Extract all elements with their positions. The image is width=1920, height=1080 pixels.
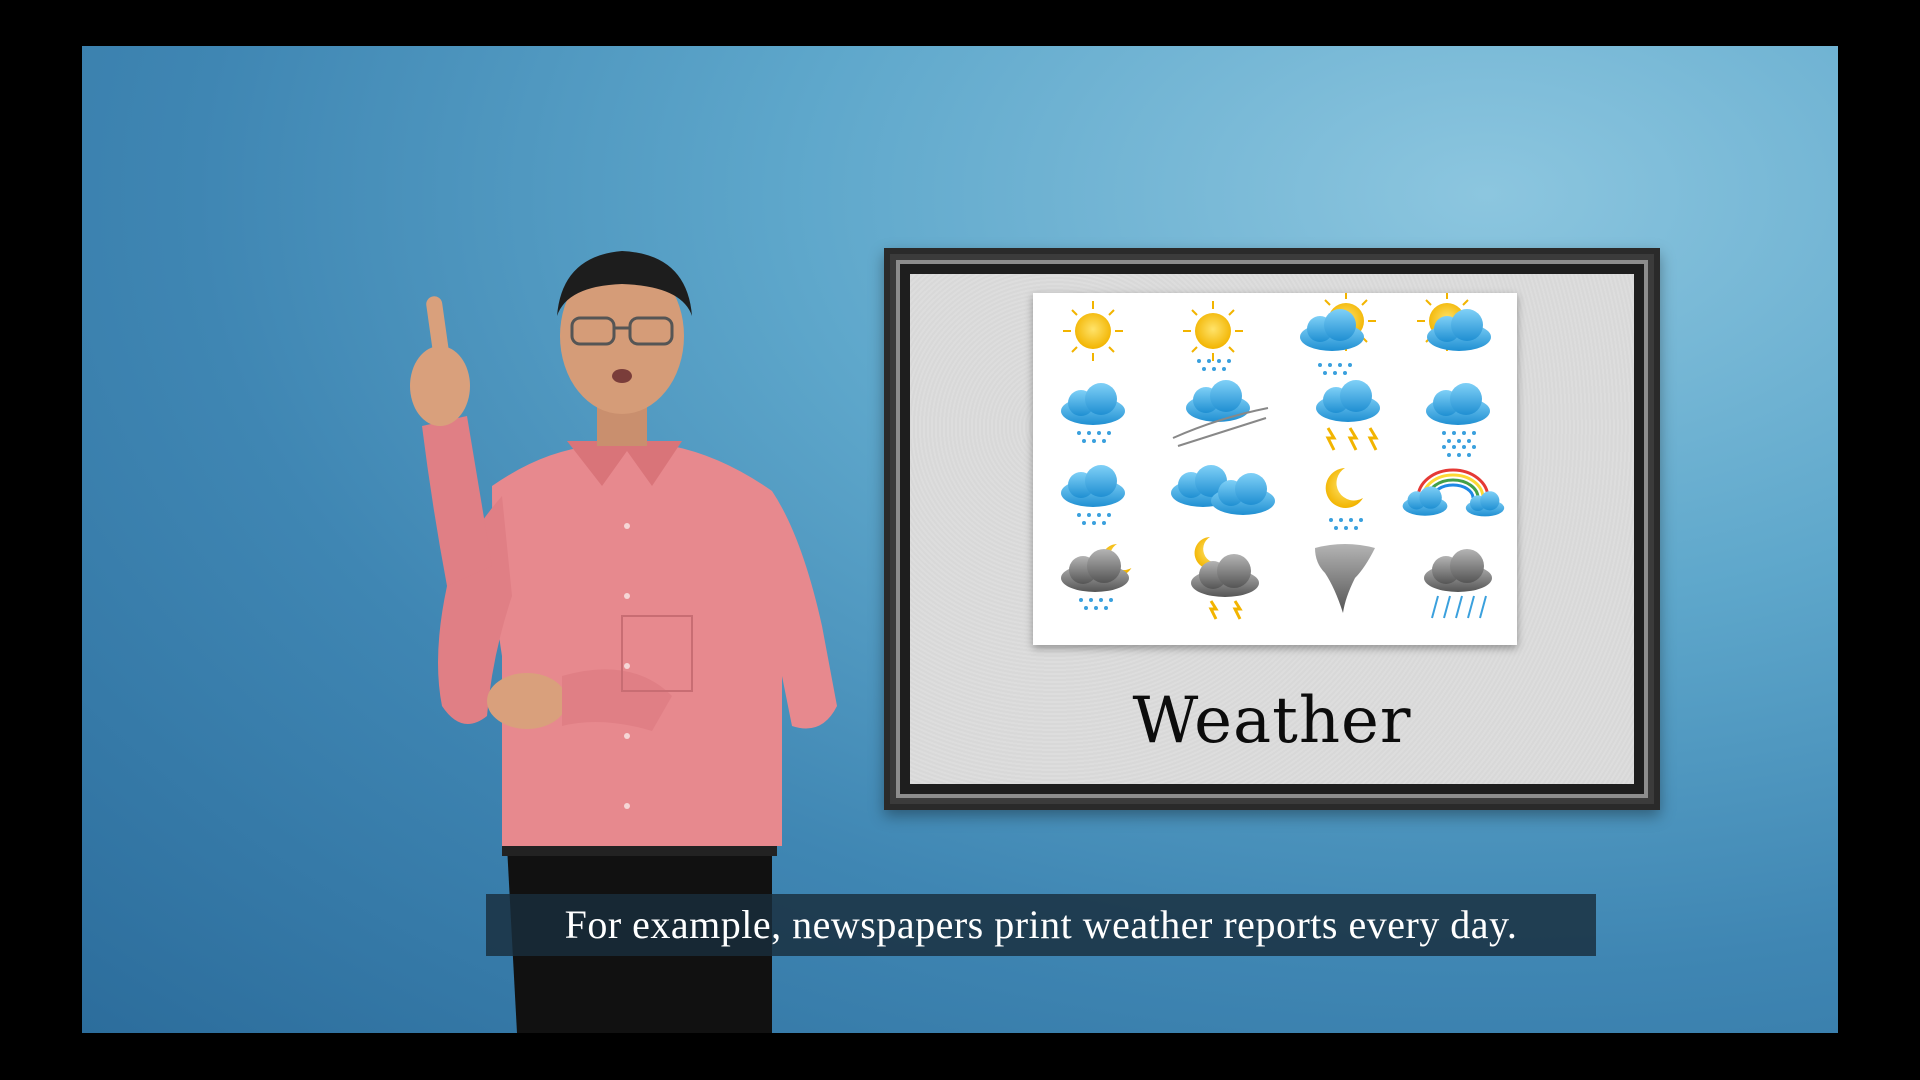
- moon-storm-cloud-icon: [1191, 537, 1259, 620]
- cloud-wind-icon: [1172, 380, 1269, 447]
- moon-dark-cloud-rain-icon: [1061, 544, 1132, 610]
- weather-board: Weather: [884, 248, 1660, 810]
- dark-cloud-heavy-rain-icon: [1424, 549, 1492, 619]
- sun-cloud-snow-icon: [1300, 293, 1377, 375]
- moon-snow-icon: [1325, 468, 1363, 530]
- tornado-icon: [1315, 544, 1375, 613]
- cloud-rain-heavy-icon: [1426, 383, 1490, 457]
- cloud-lightning-icon: [1316, 380, 1380, 451]
- board-paper: Weather: [910, 274, 1634, 784]
- weather-icons-card: [1033, 293, 1517, 645]
- sun-icon: [1062, 300, 1124, 362]
- cloud-snow-icon: [1061, 465, 1125, 525]
- cloud-rain-icon: [1061, 383, 1125, 443]
- board-title: Weather: [1132, 684, 1412, 758]
- board-frame: Weather: [896, 260, 1648, 798]
- rainbow-cloud-icon: [1402, 468, 1505, 517]
- clouds-icon: [1171, 465, 1275, 515]
- video-frame: Weather For example, newspapers print we…: [82, 46, 1838, 1033]
- sun-cloud-icon: [1416, 293, 1491, 352]
- subtitle-caption: For example, newspapers print weather re…: [486, 894, 1596, 956]
- sun-snow-icon: [1182, 300, 1244, 371]
